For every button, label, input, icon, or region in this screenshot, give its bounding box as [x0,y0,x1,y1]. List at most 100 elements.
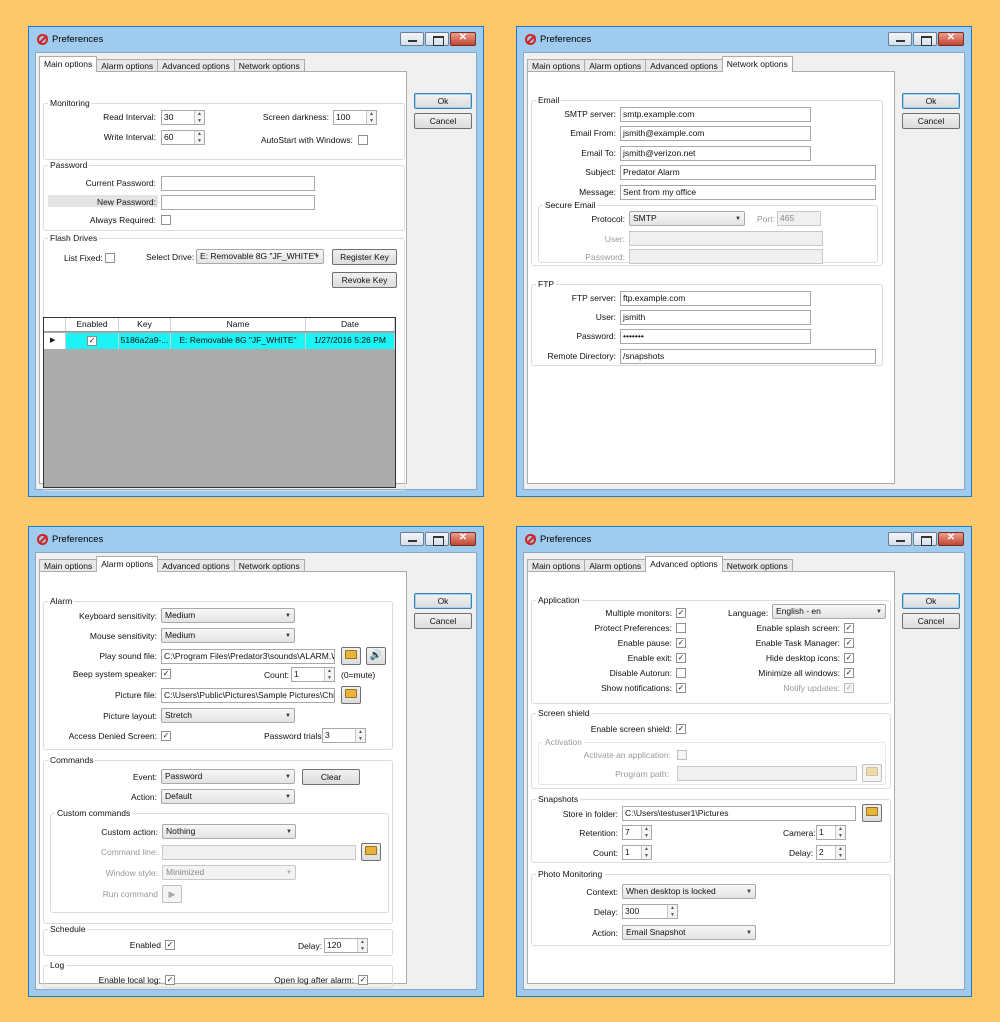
retention-stepper[interactable]: 7 [622,825,652,840]
smtp-server-input[interactable]: smtp.example.com [620,107,811,122]
secure-password-input[interactable] [629,249,823,264]
tab-advanced-options[interactable]: Advanced options [645,556,723,572]
activate-app-checkbox[interactable] [677,750,687,760]
tab-main-options[interactable]: Main options [39,56,98,72]
cancel-button[interactable]: Cancel [902,613,960,629]
title-bar[interactable]: Preferences [517,27,971,52]
ok-button[interactable]: Ok [414,593,472,609]
ok-button[interactable]: Ok [414,93,472,109]
password-trials-stepper[interactable]: 3 [322,728,366,743]
maximize-button[interactable] [913,532,937,546]
schedule-delay-stepper[interactable]: 120 [324,938,368,953]
spin-arrows[interactable] [324,668,334,681]
command-line-input[interactable] [162,845,356,860]
cell-enabled[interactable]: ✓ [66,333,119,349]
read-interval-stepper[interactable]: 30 [161,110,205,125]
close-button[interactable] [450,32,476,46]
spin-arrows[interactable] [355,729,365,742]
clear-button[interactable]: Clear [302,769,360,785]
spin-arrows[interactable] [835,826,845,839]
select-drive-dropdown[interactable]: E: Removable 8G "JF_WHITE" [196,249,324,264]
spin-arrows[interactable] [357,939,367,952]
maximize-button[interactable] [425,32,449,46]
count-stepper[interactable]: 1 [291,667,335,682]
secure-user-input[interactable] [629,231,823,246]
email-to-input[interactable]: jsmith@verizon.net [620,146,811,161]
title-bar[interactable]: Preferences [29,27,483,52]
browse-folder-button[interactable] [862,804,882,822]
column-key[interactable]: Key [119,318,171,331]
minimize-button[interactable] [400,532,424,546]
disable-autorun-checkbox[interactable] [676,668,686,678]
row-enabled-checkbox[interactable]: ✓ [87,336,97,346]
column-name[interactable]: Name [171,318,306,331]
ftp-user-input[interactable]: jsmith [620,310,811,325]
action-dropdown[interactable]: Default [161,789,295,804]
splash-screen-checkbox[interactable]: ✓ [844,623,854,633]
minimize-button[interactable] [400,32,424,46]
browse-picture-button[interactable] [341,686,361,704]
protect-preferences-checkbox[interactable] [676,623,686,633]
tab-alarm-options[interactable]: Alarm options [96,556,159,572]
port-input[interactable]: 465 [777,211,821,226]
maximize-button[interactable] [425,532,449,546]
close-button[interactable] [938,32,964,46]
spin-arrows[interactable] [194,111,204,124]
ftp-server-input[interactable]: ftp.example.com [620,291,811,306]
sound-file-input[interactable]: C:\Program Files\Predator3\sounds\ALARM.… [161,649,335,664]
title-bar[interactable]: Preferences [517,527,971,552]
program-path-input[interactable] [677,766,857,781]
email-from-input[interactable]: jsmith@example.com [620,126,811,141]
ok-button[interactable]: Ok [902,593,960,609]
mouse-sensitivity-dropdown[interactable]: Medium [161,628,295,643]
screen-darkness-stepper[interactable]: 100 [333,110,377,125]
autostart-checkbox[interactable] [358,135,368,145]
store-folder-input[interactable]: C:\Users\testuser1\Pictures [622,806,856,821]
spin-arrows[interactable] [667,905,677,918]
column-date[interactable]: Date [306,318,395,331]
browse-command-button[interactable] [361,843,381,861]
spin-arrows[interactable] [641,846,651,859]
title-bar[interactable]: Preferences [29,527,483,552]
enable-exit-checkbox[interactable]: ✓ [676,653,686,663]
photo-delay-stepper[interactable]: 300 [622,904,678,919]
picture-file-input[interactable]: C:\Users\Public\Pictures\Sample Pictures… [161,688,335,703]
language-dropdown[interactable]: English - en [772,604,886,619]
row-selector-icon[interactable]: ▶ [44,333,66,349]
spin-arrows[interactable] [641,826,651,839]
browse-program-button[interactable] [862,764,882,782]
schedule-enabled-checkbox[interactable]: ✓ [165,940,175,950]
context-dropdown[interactable]: When desktop is locked [622,884,756,899]
always-required-checkbox[interactable] [161,215,171,225]
ftp-password-input[interactable]: ••••••• [620,329,811,344]
close-button[interactable] [450,532,476,546]
protocol-dropdown[interactable]: SMTP [629,211,745,226]
open-log-checkbox[interactable]: ✓ [358,975,368,985]
show-notifications-checkbox[interactable]: ✓ [676,683,686,693]
spin-arrows[interactable] [194,131,204,144]
cancel-button[interactable]: Cancel [414,613,472,629]
write-interval-stepper[interactable]: 60 [161,130,205,145]
register-key-button[interactable]: Register Key [332,249,397,265]
revoke-key-button[interactable]: Revoke Key [332,272,397,288]
remote-directory-input[interactable]: /snapshots [620,349,876,364]
screen-shield-checkbox[interactable]: ✓ [676,724,686,734]
message-input[interactable]: Sent from my office [620,185,876,200]
cancel-button[interactable]: Cancel [902,113,960,129]
subject-input[interactable]: Predator Alarm [620,165,876,180]
snapshot-count-stepper[interactable]: 1 [622,845,652,860]
close-button[interactable] [938,532,964,546]
picture-layout-dropdown[interactable]: Stretch [161,708,295,723]
maximize-button[interactable] [913,32,937,46]
task-manager-checkbox[interactable]: ✓ [844,638,854,648]
list-fixed-checkbox[interactable] [105,253,115,263]
minimize-button[interactable] [888,32,912,46]
run-command-button[interactable]: ▶ [162,885,182,903]
enable-pause-checkbox[interactable]: ✓ [676,638,686,648]
snapshot-delay-stepper[interactable]: 2 [816,845,846,860]
photo-action-dropdown[interactable]: Email Snapshot [622,925,756,940]
window-style-dropdown[interactable]: Minimized [162,865,296,880]
spin-arrows[interactable] [835,846,845,859]
tab-network-options[interactable]: Network options [721,56,793,72]
local-log-checkbox[interactable]: ✓ [165,975,175,985]
